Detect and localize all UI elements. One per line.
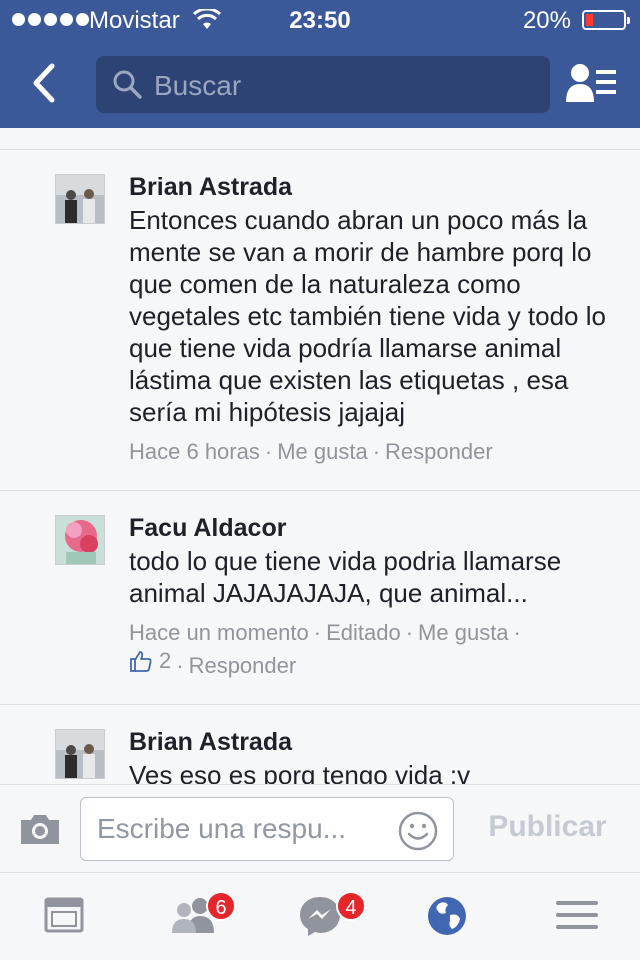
comment-author[interactable]: Facu Aldacor [129,513,620,543]
status-bar: Movistar 23:50 20% [0,0,640,40]
chevron-left-icon [33,63,55,103]
comment-text: todo lo que tiene vida podria llamarse a… [129,546,562,608]
avatar[interactable] [55,729,105,779]
battery-percent: 20% [522,7,571,34]
camera-button[interactable] [19,812,61,851]
comments-feed: Brian Astrada Entonces cuando abran un p… [0,128,640,784]
comment-text: Ves eso es porq tengo vida :v [129,760,471,784]
comment-author[interactable]: Brian Astrada [129,172,620,202]
comment-item: Brian Astrada Ves eso es porq tengo vida… [0,705,640,784]
tab-news-feed[interactable] [44,895,84,940]
avatar[interactable] [55,515,105,565]
sticker-button[interactable] [397,810,439,857]
comment-meta: Hace un momento · Editado · Me gusta · 2 · Res… [129,620,521,678]
comment-text: Entonces cuando abran un poco más la men… [129,205,606,427]
friend-requests-badge: 6 [206,891,236,921]
like-link[interactable]: Me gusta [277,439,368,464]
reply-link[interactable]: Responder [385,439,493,464]
comment-time: Hace un momento [129,620,309,645]
comment-item: Brian Astrada Entonces cuando abran un p… [0,150,640,491]
globe-icon [428,897,466,935]
tab-bar: 6 4 [0,872,640,960]
comment-meta: Hace 6 horas · Me gusta · Responder [129,439,493,464]
search-field[interactable]: Buscar [96,56,550,113]
thumbs-up-icon [130,651,152,672]
search-placeholder: Buscar [154,70,242,101]
edited-label[interactable]: Editado [326,620,401,645]
publish-button[interactable]: Publicar [470,810,625,844]
camera-icon [21,815,59,844]
reply-input[interactable]: Escribe una respu... [80,797,454,861]
tab-friend-requests[interactable]: 6 [170,891,236,940]
navigation-bar: Buscar [0,40,640,128]
tab-notifications[interactable] [426,895,468,942]
menu-icon [556,901,598,929]
reply-link[interactable]: Responder [189,653,297,678]
messenger-icon [300,897,340,936]
avatar[interactable] [55,174,105,224]
like-link[interactable]: Me gusta [418,620,509,645]
friend-requests-button[interactable] [566,62,618,109]
comment-author[interactable]: Brian Astrada [129,727,620,757]
tab-more[interactable] [556,895,598,940]
like-count-value: 2 [159,648,172,673]
smiley-icon [398,811,438,851]
reply-placeholder: Escribe una respu... [97,813,347,844]
battery-icon [582,10,630,30]
search-icon [112,69,142,104]
comment-time: Hace 6 horas [129,439,260,464]
back-button[interactable] [22,60,68,106]
messages-badge: 4 [336,891,366,921]
friend-requests-icon [566,64,616,102]
tab-messenger[interactable]: 4 [298,891,366,942]
like-count[interactable]: 2 [129,647,171,675]
comment-item: Facu Aldacor todo lo que tiene vida podr… [0,491,640,705]
reply-composer: Escribe una respu... Publicar [0,784,640,872]
news-feed-icon [44,897,84,933]
